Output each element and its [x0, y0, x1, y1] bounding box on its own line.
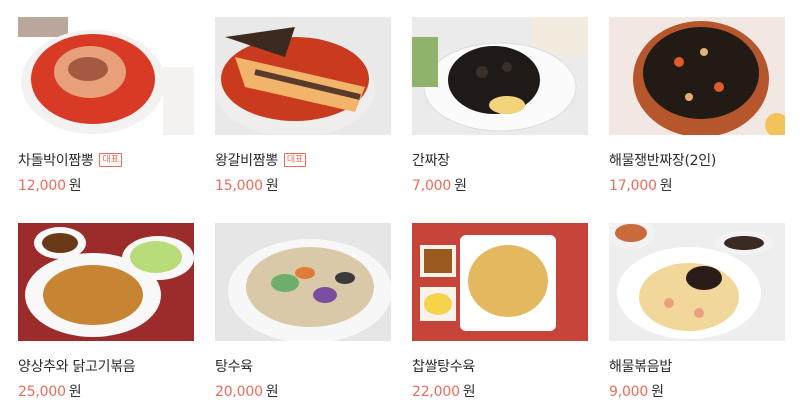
menu-item-name-row: 차돌박이짬뽕 대표: [18, 150, 123, 170]
menu-item-price-row: 15,000 원: [215, 175, 279, 195]
sweet-sour-pork-photo-icon[interactable]: [215, 223, 391, 341]
menu-item-card[interactable]: 탕수육 20,000 원: [215, 223, 391, 401]
menu-item-name-row: 찹쌀탕수육: [412, 356, 475, 376]
menu-item-price: 20,000: [215, 384, 263, 400]
menu-item-name-row: 양상추와 닭고기볶음: [18, 356, 136, 376]
menu-item-name-row: 간짜장: [412, 150, 450, 170]
spicy-noodle-soup-photo-icon[interactable]: [18, 17, 194, 135]
menu-item-name[interactable]: 찹쌀탕수육: [412, 356, 475, 376]
currency-unit: 원: [265, 384, 279, 400]
menu-item-name-row: 해물볶음밥: [609, 356, 672, 376]
menu-item-price: 12,000: [18, 178, 66, 194]
seafood-fried-rice-photo-icon[interactable]: [609, 223, 785, 341]
signature-badge: 대표: [283, 153, 307, 167]
menu-item-name[interactable]: 차돌박이짬뽕: [18, 150, 94, 170]
menu-item-price: 15,000: [215, 178, 263, 194]
menu-item-name[interactable]: 해물쟁반짜장(2인): [609, 150, 716, 170]
menu-item-price-row: 9,000 원: [609, 381, 664, 401]
menu-item-name[interactable]: 해물볶음밥: [609, 356, 672, 376]
menu-item-name-row: 해물쟁반짜장(2인): [609, 150, 716, 170]
menu-item-price-row: 7,000 원: [412, 175, 467, 195]
menu-item-name[interactable]: 왕갈비짬뽕: [215, 150, 278, 170]
menu-item-price: 22,000: [412, 384, 460, 400]
menu-item-card[interactable]: 해물쟁반짜장(2인) 17,000 원: [609, 17, 785, 195]
menu-item-name[interactable]: 간짜장: [412, 150, 450, 170]
menu-item-price-row: 20,000 원: [215, 381, 279, 401]
menu-item-card[interactable]: 간짜장 7,000 원: [412, 17, 588, 195]
menu-item-card[interactable]: 차돌박이짬뽕 대표 12,000 원: [18, 17, 194, 195]
currency-unit: 원: [462, 384, 476, 400]
menu-item-card[interactable]: 양상추와 닭고기볶음 25,000 원: [18, 223, 194, 401]
glutinous-rice-pork-photo-icon[interactable]: [412, 223, 588, 341]
menu-item-price: 17,000: [609, 178, 657, 194]
menu-item-price: 25,000: [18, 384, 66, 400]
menu-item-name-row: 탕수육: [215, 356, 253, 376]
menu-item-name-row: 왕갈비짬뽕 대표: [215, 150, 307, 170]
currency-unit: 원: [68, 384, 82, 400]
menu-item-price-row: 12,000 원: [18, 175, 82, 195]
rib-noodle-soup-photo-icon[interactable]: [215, 17, 391, 135]
menu-item-price: 9,000: [609, 384, 649, 400]
menu-item-name[interactable]: 탕수육: [215, 356, 253, 376]
currency-unit: 원: [454, 178, 467, 194]
seafood-tray-jjajang-photo-icon[interactable]: [609, 17, 785, 135]
menu-item-card[interactable]: 해물볶음밥 9,000 원: [609, 223, 785, 401]
menu-item-price-row: 17,000 원: [609, 175, 673, 195]
currency-unit: 원: [651, 384, 664, 400]
lettuce-chicken-stirfry-photo-icon[interactable]: [18, 223, 194, 341]
menu-item-price-row: 25,000 원: [18, 381, 82, 401]
menu-item-price-row: 22,000 원: [412, 381, 476, 401]
currency-unit: 원: [659, 178, 673, 194]
currency-unit: 원: [68, 178, 82, 194]
menu-item-card[interactable]: 찹쌀탕수육 22,000 원: [412, 223, 588, 401]
menu-item-price: 7,000: [412, 178, 452, 194]
menu-item-card[interactable]: 왕갈비짬뽕 대표 15,000 원: [215, 17, 391, 195]
menu-item-name[interactable]: 양상추와 닭고기볶음: [18, 356, 136, 376]
signature-badge: 대표: [99, 153, 123, 167]
currency-unit: 원: [265, 178, 279, 194]
black-bean-noodle-photo-icon[interactable]: [412, 17, 588, 135]
